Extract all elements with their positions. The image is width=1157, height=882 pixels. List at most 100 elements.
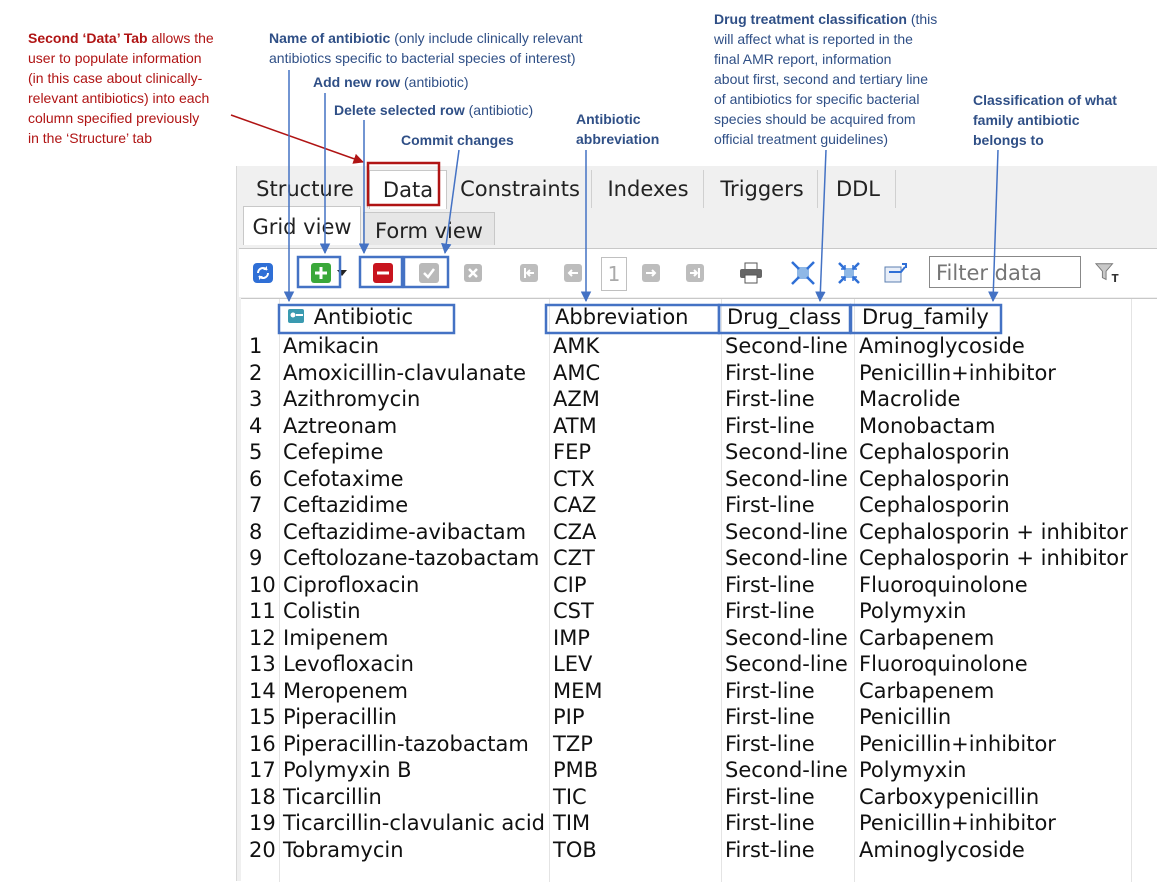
dropdown-arrow-icon[interactable]	[335, 261, 349, 285]
table-row[interactable]: 16 Piperacillin-tazobactam TZP First-line Pe…	[241, 731, 1157, 758]
cell-drug-class[interactable]: Second-line	[725, 545, 848, 571]
cell-drug-family[interactable]: Macrolide	[859, 386, 960, 412]
cell-antibiotic[interactable]: Aztreonam	[283, 413, 397, 439]
cell-drug-class[interactable]: Second-line	[725, 757, 848, 783]
table-row[interactable]: 14 Meropenem MEM First-line Carbapenem	[241, 678, 1157, 705]
expand-icon[interactable]	[791, 261, 815, 285]
cell-abbreviation[interactable]: TZP	[553, 731, 593, 757]
cell-drug-class[interactable]: First-line	[725, 492, 815, 518]
cell-drug-family[interactable]: Penicillin+inhibitor	[859, 360, 1056, 386]
cell-drug-family[interactable]: Polymyxin	[859, 757, 966, 783]
cell-abbreviation[interactable]: MEM	[553, 678, 603, 704]
cell-drug-class[interactable]: First-line	[725, 784, 815, 810]
prev-page-icon[interactable]	[561, 261, 585, 285]
cell-antibiotic[interactable]: Ticarcillin	[283, 784, 382, 810]
last-page-icon[interactable]	[683, 261, 707, 285]
cell-drug-family[interactable]: Aminoglycoside	[859, 333, 1025, 359]
filter-icon[interactable]: T	[1095, 261, 1119, 285]
table-row[interactable]: 10 Ciprofloxacin CIP First-line Fluoroquinol…	[241, 572, 1157, 599]
cell-drug-family[interactable]: Carbapenem	[859, 678, 994, 704]
column-header-abbreviation[interactable]: Abbreviation	[555, 305, 688, 331]
table-row[interactable]: 15 Piperacillin PIP First-line Penicillin	[241, 704, 1157, 731]
cell-abbreviation[interactable]: AMK	[553, 333, 599, 359]
tab-constraints[interactable]: Constraints	[449, 170, 592, 208]
cell-drug-family[interactable]: Carbapenem	[859, 625, 994, 651]
cell-abbreviation[interactable]: ATM	[553, 413, 597, 439]
export-icon[interactable]	[883, 261, 907, 285]
table-row[interactable]: 7 Ceftazidime CAZ First-line Cephalosporin	[241, 492, 1157, 519]
add-row-icon[interactable]	[309, 261, 333, 285]
cell-antibiotic[interactable]: Piperacillin-tazobactam	[283, 731, 529, 757]
cell-drug-family[interactable]: Cephalosporin	[859, 492, 1010, 518]
cell-antibiotic[interactable]: Meropenem	[283, 678, 408, 704]
tab-data[interactable]: Data	[369, 170, 447, 209]
cell-drug-class[interactable]: First-line	[725, 810, 815, 836]
cell-drug-class[interactable]: First-line	[725, 572, 815, 598]
table-row[interactable]: 17 Polymyxin B PMB Second-line Polymyxin	[241, 757, 1157, 784]
cell-drug-class[interactable]: Second-line	[725, 625, 848, 651]
cell-drug-family[interactable]: Carboxypenicillin	[859, 784, 1039, 810]
cell-abbreviation[interactable]: PIP	[553, 704, 585, 730]
column-header-drug-class[interactable]: Drug_class	[727, 305, 841, 331]
filter-input[interactable]	[934, 258, 1078, 288]
page-number[interactable]: 1	[601, 257, 627, 291]
cell-abbreviation[interactable]: FEP	[553, 439, 591, 465]
cell-abbreviation[interactable]: CZT	[553, 545, 595, 571]
refresh-icon[interactable]	[251, 261, 275, 285]
cell-abbreviation[interactable]: PMB	[553, 757, 598, 783]
cell-antibiotic[interactable]: Cefepime	[283, 439, 383, 465]
collapse-icon[interactable]	[837, 261, 861, 285]
cell-drug-class[interactable]: First-line	[725, 386, 815, 412]
cell-drug-class[interactable]: First-line	[725, 837, 815, 863]
cell-antibiotic[interactable]: Tobramycin	[283, 837, 404, 863]
cell-abbreviation[interactable]: CZA	[553, 519, 596, 545]
table-row[interactable]: 3 Azithromycin AZM First-line Macrolide	[241, 386, 1157, 413]
cell-drug-class[interactable]: First-line	[725, 704, 815, 730]
column-header-antibiotic[interactable]: Antibiotic	[287, 305, 413, 331]
cell-drug-family[interactable]: Cephalosporin	[859, 466, 1010, 492]
table-row[interactable]: 11 Colistin CST First-line Polymyxin	[241, 598, 1157, 625]
cell-antibiotic[interactable]: Amoxicillin-clavulanate	[283, 360, 526, 386]
cell-antibiotic[interactable]: Ceftazidime-avibactam	[283, 519, 526, 545]
table-row[interactable]: 18 Ticarcillin TIC First-line Carboxypenicil…	[241, 784, 1157, 811]
table-row[interactable]: 20 Tobramycin TOB First-line Aminoglycoside	[241, 837, 1157, 864]
cell-antibiotic[interactable]: Ceftolozane-tazobactam	[283, 545, 539, 571]
cell-drug-class[interactable]: First-line	[725, 413, 815, 439]
cell-drug-family[interactable]: Aminoglycoside	[859, 837, 1025, 863]
cell-abbreviation[interactable]: TIC	[553, 784, 587, 810]
cell-drug-class[interactable]: Second-line	[725, 333, 848, 359]
cell-drug-family[interactable]: Fluoroquinolone	[859, 572, 1028, 598]
cell-antibiotic[interactable]: Amikacin	[283, 333, 379, 359]
table-row[interactable]: 2 Amoxicillin-clavulanate AMC First-line Pen…	[241, 360, 1157, 387]
cell-antibiotic[interactable]: Polymyxin B	[283, 757, 412, 783]
next-page-icon[interactable]	[639, 261, 663, 285]
tab-grid-view[interactable]: Grid view	[243, 206, 361, 245]
cell-antibiotic[interactable]: Imipenem	[283, 625, 388, 651]
cell-drug-class[interactable]: First-line	[725, 360, 815, 386]
cell-antibiotic[interactable]: Colistin	[283, 598, 361, 624]
tab-triggers[interactable]: Triggers	[707, 170, 818, 208]
first-page-icon[interactable]	[517, 261, 541, 285]
cell-antibiotic[interactable]: Piperacillin	[283, 704, 397, 730]
tab-form-view[interactable]: Form view	[363, 212, 495, 245]
rollback-icon[interactable]	[461, 261, 485, 285]
cell-abbreviation[interactable]: AZM	[553, 386, 600, 412]
cell-drug-class[interactable]: Second-line	[725, 439, 848, 465]
tab-ddl[interactable]: DDL	[821, 170, 896, 208]
cell-drug-family[interactable]: Cephalosporin + inhibitor	[859, 519, 1128, 545]
table-row[interactable]: 4 Aztreonam ATM First-line Monobactam	[241, 413, 1157, 440]
cell-drug-family[interactable]: Penicillin+inhibitor	[859, 810, 1056, 836]
cell-abbreviation[interactable]: CIP	[553, 572, 587, 598]
column-header-drug-family[interactable]: Drug_family	[862, 305, 989, 331]
table-row[interactable]: 1 Amikacin AMK Second-line Aminoglycoside	[241, 333, 1157, 360]
cell-drug-class[interactable]: Second-line	[725, 651, 848, 677]
table-row[interactable]: 13 Levofloxacin LEV Second-line Fluoroquinol…	[241, 651, 1157, 678]
cell-drug-family[interactable]: Fluoroquinolone	[859, 651, 1028, 677]
cell-abbreviation[interactable]: TOB	[553, 837, 597, 863]
cell-abbreviation[interactable]: TIM	[553, 810, 590, 836]
table-row[interactable]: 19 Ticarcillin-clavulanic acid TIM First-li…	[241, 810, 1157, 837]
cell-abbreviation[interactable]: AMC	[553, 360, 600, 386]
cell-drug-class[interactable]: First-line	[725, 598, 815, 624]
cell-antibiotic[interactable]: Azithromycin	[283, 386, 420, 412]
cell-drug-family[interactable]: Penicillin	[859, 704, 951, 730]
